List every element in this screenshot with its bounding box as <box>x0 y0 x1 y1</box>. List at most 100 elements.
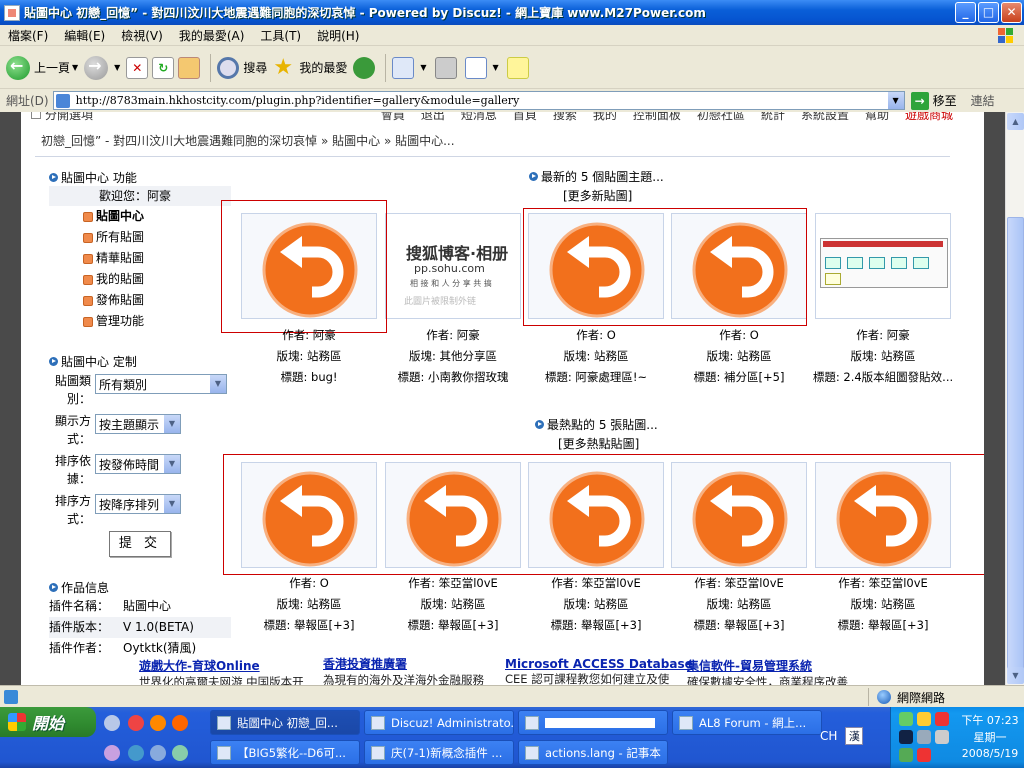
ad-item[interactable]: Microsoft ACCESS Database CEE 認可課程教您如何建立及… <box>505 657 693 685</box>
nav-logout[interactable]: 退出 <box>421 112 445 123</box>
media-play-icon[interactable] <box>899 730 913 744</box>
hot-subject-1[interactable]: 標題: 舉報區[+3] <box>238 615 380 636</box>
address-input[interactable]: http://8783main.hkhostcity.com/plugin.ph… <box>52 91 905 110</box>
stop-icon[interactable]: ✕ <box>126 56 149 79</box>
nav-community[interactable]: 初戀社區 <box>697 112 745 123</box>
sidebar-item-manage[interactable]: 管理功能 <box>49 311 231 332</box>
more-hot-link[interactable]: [更多熱點貼圖] <box>558 435 639 452</box>
taskbar-item-gallery[interactable]: 貼圖中心 初戀_回... <box>210 710 360 735</box>
menu-view[interactable]: 檢視(V) <box>113 27 171 44</box>
hot-author-4[interactable]: 作者: 笨亞當l0vE <box>668 573 810 594</box>
latest-thumb-5[interactable] <box>815 213 951 319</box>
sidebar-item-featured[interactable]: 精華貼圖 <box>49 248 231 269</box>
hot-subject-2[interactable]: 標題: 舉報區[+3] <box>382 615 524 636</box>
forward-button[interactable]: ▼ <box>84 55 120 80</box>
more-new-link[interactable]: [更多新貼圖] <box>563 187 632 204</box>
quicklaunch-icon[interactable] <box>172 715 188 731</box>
nav-home[interactable]: 首頁 <box>513 112 537 123</box>
taskbar-item-redacted[interactable] <box>518 710 668 735</box>
sortby-select[interactable]: 按發佈時間 ▼ <box>95 454 181 474</box>
nav-my[interactable]: 我的 <box>593 112 617 123</box>
hot-subject-5[interactable]: 標題: 舉報區[+3] <box>812 615 954 636</box>
quicklaunch-icon[interactable] <box>104 715 120 731</box>
scroll-down-icon[interactable]: ▼ <box>1007 667 1024 684</box>
latest-subject-5[interactable]: 標題: 2.4版本組圖發貼效... <box>812 367 954 388</box>
latest-board-5[interactable]: 版塊: 站務區 <box>812 346 954 367</box>
hot-board-2[interactable]: 版塊: 站務區 <box>382 594 524 615</box>
latest-board-3[interactable]: 版塊: 站務區 <box>525 346 667 367</box>
latest-author-3[interactable]: 作者: O <box>525 325 667 346</box>
hot-author-2[interactable]: 作者: 笨亞當l0vE <box>382 573 524 594</box>
tray-icon[interactable] <box>899 748 913 762</box>
mail-icon[interactable] <box>392 56 415 79</box>
menu-edit[interactable]: 編輯(E) <box>56 27 113 44</box>
minimize-button[interactable]: _ <box>955 2 976 23</box>
clock-time[interactable]: 下午 07:23 <box>957 712 1023 728</box>
address-dropdown-icon[interactable]: ▼ <box>887 92 904 109</box>
latest-subject-4[interactable]: 標題: 補分區[+5] <box>668 367 810 388</box>
ad-item[interactable]: 集信軟件-貿易管理系統 確保數據安全性，商業程序改善 <box>687 657 848 685</box>
category-select[interactable]: 所有類別 ▼ <box>95 374 227 394</box>
start-button[interactable]: 開始 <box>0 707 96 737</box>
latest-subject-2[interactable]: 標題: 小南教你摺玫瑰 <box>382 367 524 388</box>
hot-board-3[interactable]: 版塊: 站務區 <box>525 594 667 615</box>
menu-favorites[interactable]: 我的最愛(A) <box>171 27 253 44</box>
scroll-thumb[interactable] <box>1007 217 1024 672</box>
latest-author-2[interactable]: 作者: 阿豪 <box>382 325 524 346</box>
nav-help[interactable]: 幫助 <box>865 112 889 123</box>
sidebar-item-gallery[interactable]: 貼圖中心 <box>49 206 231 227</box>
taskbar-item-big5[interactable]: 【BIG5繁化--D6可... <box>210 740 360 765</box>
latest-thumb-2[interactable]: 搜狐博客·相册 pp.sohu.com 相 接 和 人 分 享 共 搞 此圖片被… <box>385 213 521 319</box>
network-icon[interactable] <box>935 730 949 744</box>
window-title-bar[interactable]: 貼圖中心 初戀_回憶” - 對四川汶川大地震遇難同胞的深切哀悼 - Powere… <box>0 0 1024 25</box>
note-icon[interactable] <box>506 56 529 79</box>
sidebar-item-all[interactable]: 所有貼圖 <box>49 227 231 248</box>
ad-headline[interactable]: 集信軟件-貿易管理系統 <box>687 657 848 674</box>
hot-author-3[interactable]: 作者: 笨亞當l0vE <box>525 573 667 594</box>
back-dropdown-icon[interactable]: ▼ <box>72 63 78 72</box>
go-button[interactable]: → 移至 <box>910 91 957 110</box>
latest-author-1[interactable]: 作者: 阿豪 <box>238 325 380 346</box>
hot-author-1[interactable]: 作者: O <box>238 573 380 594</box>
refresh-icon[interactable]: ↻ <box>152 56 175 79</box>
ie-icon[interactable] <box>128 745 144 761</box>
restore-button[interactable]: □ <box>978 2 999 23</box>
menu-file[interactable]: 檔案(F) <box>0 27 56 44</box>
edit-icon[interactable] <box>464 56 487 79</box>
print-icon[interactable] <box>434 56 457 79</box>
hot-board-5[interactable]: 版塊: 站務區 <box>812 594 954 615</box>
links-button[interactable]: 連結 <box>971 92 995 109</box>
latest-author-5[interactable]: 作者: 阿豪 <box>812 325 954 346</box>
taskbar-item-plugin[interactable]: 庆(7-1)新概念插件 ... <box>364 740 514 765</box>
volume-icon[interactable] <box>917 730 931 744</box>
shield-icon[interactable] <box>917 712 931 726</box>
quicklaunch-icon[interactable] <box>172 745 188 761</box>
sidebar-item-post[interactable]: 發佈貼圖 <box>49 290 231 311</box>
history-icon[interactable] <box>353 56 376 79</box>
tray-icon[interactable] <box>935 712 949 726</box>
quicklaunch-icon[interactable] <box>150 745 166 761</box>
taskbar-item-discuz[interactable]: Discuz! Administrato... <box>364 710 514 735</box>
ad-item[interactable]: 香港投資推廣署 為現有的海外及洋海外金融服務 <box>323 655 484 685</box>
back-button[interactable]: 上一頁 ▼ <box>6 55 78 80</box>
breadcrumb[interactable]: 初戀_回憶” - 對四川汶川大地震遇難同胞的深切哀悼 » 貼圖中心 » 貼圖中心… <box>41 132 455 149</box>
hot-subject-4[interactable]: 標題: 舉報區[+3] <box>668 615 810 636</box>
sidebar-item-mine[interactable]: 我的貼圖 <box>49 269 231 290</box>
search-button[interactable]: 搜尋 <box>217 56 267 79</box>
edit-dropdown-icon[interactable]: ▼ <box>493 63 499 72</box>
order-select[interactable]: 按降序排列 ▼ <box>95 494 181 514</box>
nav-stats[interactable]: 統計 <box>761 112 785 123</box>
ad-headline[interactable]: 香港投資推廣署 <box>323 655 484 672</box>
address-url[interactable]: http://8783main.hkhostcity.com/plugin.ph… <box>76 94 888 107</box>
language-indicator[interactable]: CH 漢 <box>820 727 864 745</box>
favorites-button[interactable]: ★ 我的最愛 <box>273 56 347 79</box>
taskbar-item-notepad[interactable]: actions.lang - 記事本 <box>518 740 668 765</box>
tray-icon[interactable] <box>899 712 913 726</box>
keyboard-icon[interactable]: 漢 <box>845 727 864 745</box>
mail-dropdown-icon[interactable]: ▼ <box>420 63 426 72</box>
vertical-scrollbar[interactable]: ▲ ▼ <box>1005 112 1024 685</box>
home-icon[interactable] <box>178 56 201 79</box>
hot-subject-3[interactable]: 標題: 舉報區[+3] <box>525 615 667 636</box>
security-zone[interactable]: 網際網路 <box>868 688 945 706</box>
latest-board-2[interactable]: 版塊: 其他分享區 <box>382 346 524 367</box>
